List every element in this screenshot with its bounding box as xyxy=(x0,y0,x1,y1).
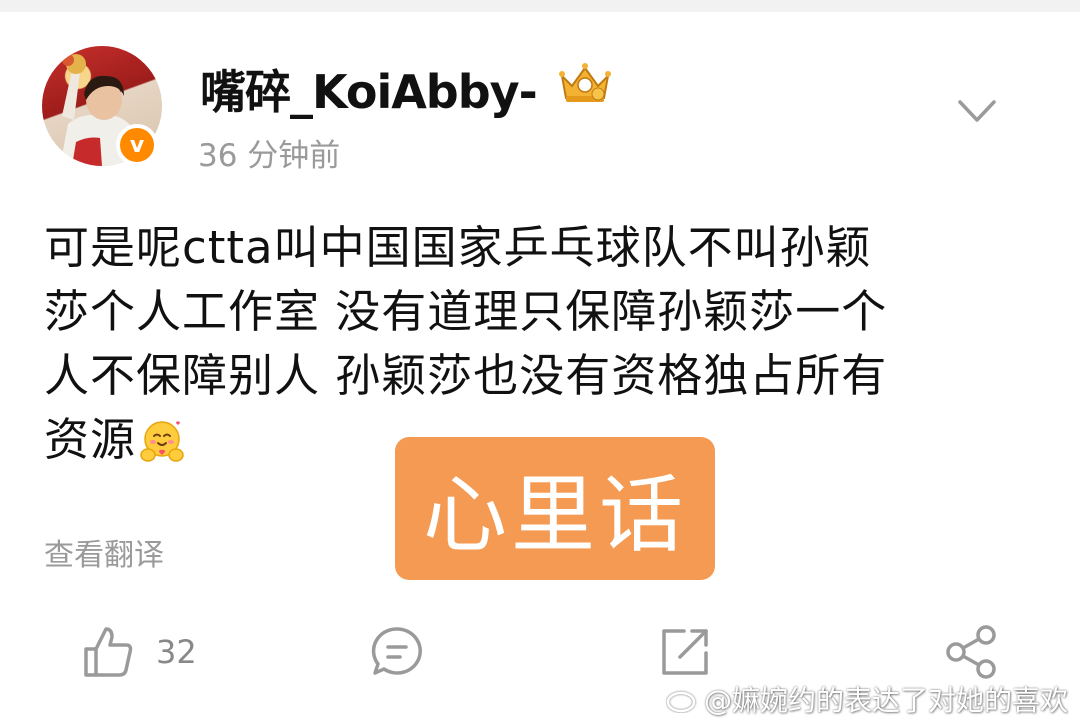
post-line: 人不保障别人 孙颖莎也没有资格独占所有 xyxy=(44,349,888,402)
hugging-face-emoji-icon xyxy=(140,421,184,462)
repost-button[interactable] xyxy=(658,620,712,684)
post-line: 可是呢ctta叫中国国家乒乓球队不叫孙颖 xyxy=(44,221,872,274)
author-name[interactable]: 嘴碎_KoiAbby- xyxy=(200,56,538,122)
sticker-text: 心里话 xyxy=(422,466,687,564)
comment-button[interactable] xyxy=(370,620,424,684)
translate-link[interactable]: 查看翻译 xyxy=(44,530,164,574)
share-icon xyxy=(946,625,996,679)
status-bar-strip xyxy=(0,0,1080,12)
post-body: 可是呢ctta叫中国国家乒乓球队不叫孙颖 莎个人工作室 没有道理只保障孙颖莎一个… xyxy=(44,216,1044,472)
thumbs-up-icon xyxy=(84,627,133,677)
overlay-sticker: 心里话 xyxy=(395,437,715,580)
weibo-watermark: @嫲婉约的表达了对她的喜欢 xyxy=(666,676,1068,722)
post-line-text: 资源 xyxy=(44,413,137,466)
comment-icon xyxy=(371,627,422,675)
share-button[interactable] xyxy=(944,620,1000,684)
like-button[interactable]: 32 xyxy=(82,620,197,684)
verified-badge: v xyxy=(116,124,158,166)
watermark-text: @嫲婉约的表达了对她的喜欢 xyxy=(704,684,1069,717)
post-timestamp: 36 分钟前 xyxy=(198,138,341,174)
repost-icon xyxy=(662,629,708,675)
post-line: 莎个人工作室 没有道理只保障孙颖莎一个 xyxy=(44,285,888,338)
chevron-down-icon[interactable] xyxy=(956,96,998,126)
weibo-logo-icon xyxy=(666,687,699,713)
crown-icon[interactable] xyxy=(556,60,614,106)
like-count: 32 xyxy=(156,633,197,671)
